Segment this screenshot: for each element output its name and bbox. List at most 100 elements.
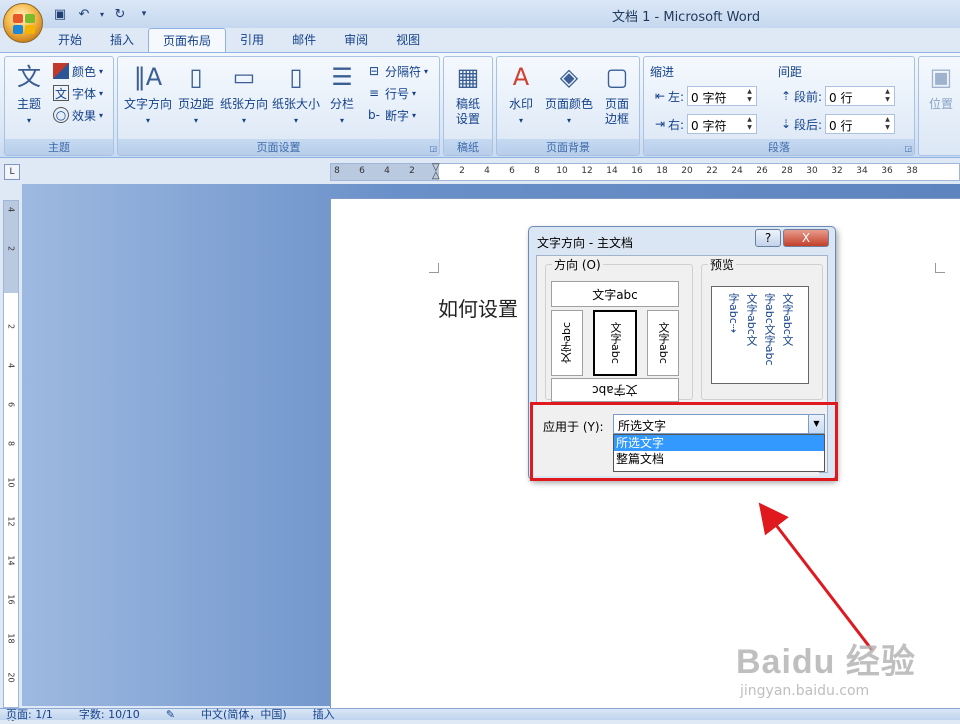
draft-setup-button[interactable]: ▦ 稿纸 设置 — [444, 61, 492, 127]
option-text: 文字abc — [657, 322, 670, 364]
spin-arrows-icon[interactable]: ▲ ▼ — [882, 116, 893, 132]
spin-arrows-icon[interactable]: ▲ ▼ — [882, 88, 893, 104]
orientation-label: 纸张方向 — [219, 97, 268, 111]
indent-right-input[interactable]: 0 字符 ▲ ▼ — [687, 114, 758, 134]
close-button[interactable]: X — [783, 229, 829, 247]
page-borders-button[interactable]: ▢ 页面 边框 — [595, 61, 639, 127]
themes-button[interactable]: 文 主题 ▾ — [7, 61, 51, 128]
tab-insert[interactable]: 插入 — [96, 28, 148, 52]
help-button[interactable]: ? — [755, 229, 781, 247]
page-background-group-label: 页面背景 — [497, 139, 639, 155]
fonts-button[interactable]: 文字体 ▾ — [53, 83, 103, 103]
watermark-button[interactable]: A 水印 ▾ — [499, 61, 543, 128]
ruler-tick-label: 6 — [6, 401, 16, 408]
text-direction-icon: ‖A — [133, 62, 163, 91]
tab-mailings[interactable]: 邮件 — [278, 28, 330, 52]
undo-icon[interactable]: ↶ — [74, 5, 94, 23]
undo-dropdown-icon[interactable]: ▾ — [98, 5, 106, 23]
draft-group: ▦ 稿纸 设置 稿纸 — [443, 56, 493, 156]
dialog-title: 文字方向 - 主文档 — [537, 236, 633, 250]
indent-left-icon: ⇤ — [654, 89, 666, 103]
customize-qat-icon[interactable]: ▾ — [134, 5, 154, 23]
spacing-before-input[interactable]: 0 行 ▲ ▼ — [825, 86, 896, 106]
status-language[interactable]: 中文(简体，中国) — [201, 709, 287, 721]
page-borders-label-2: 边框 — [604, 112, 629, 126]
position-label: 位置 — [928, 97, 953, 111]
position-button[interactable]: ▣ 位置 — [919, 61, 960, 112]
ruler-tick-label: 4 — [484, 166, 490, 176]
ruler-tick-label: 8 — [334, 166, 340, 176]
direction-option-horizontal[interactable]: 文字abc — [551, 281, 679, 307]
margins-label: 页边距 — [177, 97, 214, 111]
ruler-tick-label: 30 — [806, 166, 818, 176]
ruler-tick-label: 8 — [534, 166, 540, 176]
status-page[interactable]: 页面: 1/1 — [6, 709, 53, 721]
draft-setup-label-1: 稿纸 — [455, 97, 480, 111]
tab-review[interactable]: 审阅 — [330, 28, 382, 52]
tab-selector[interactable]: L — [4, 164, 20, 180]
hyphenation-icon: b- — [368, 108, 380, 122]
save-icon[interactable]: ▣ — [50, 5, 70, 23]
tab-view[interactable]: 视图 — [382, 28, 434, 52]
page-setup-launcher-icon[interactable]: ◲ — [429, 144, 437, 153]
tab-home[interactable]: 开始 — [44, 28, 96, 52]
ruler-tick-label: 6 — [359, 166, 365, 176]
status-mode[interactable]: 插入 — [313, 709, 335, 721]
proofing-icon[interactable]: ✎ — [166, 709, 175, 721]
status-words[interactable]: 字数: 10/10 — [79, 709, 140, 721]
ruler-tick-label: 20 — [6, 672, 16, 683]
paragraph-launcher-icon[interactable]: ◲ — [904, 144, 912, 153]
indent-right-label: 右: — [668, 117, 685, 132]
arrange-group: ▣ 位置 — [918, 56, 960, 156]
position-icon: ▣ — [929, 62, 953, 91]
spacing-after-input[interactable]: 0 行 ▲ ▼ — [825, 114, 896, 134]
office-button[interactable] — [3, 3, 43, 43]
ruler-tick-label: 10 — [556, 166, 568, 176]
direction-option-vertical-right[interactable]: 文字abc — [647, 310, 679, 376]
ruler-tick-label: 38 — [906, 166, 918, 176]
colors-label: 颜色 — [72, 64, 97, 79]
text-direction-button[interactable]: ‖A 文字方向 ▾ — [120, 61, 176, 128]
margins-button[interactable]: ▯ 页边距 ▾ — [174, 61, 218, 128]
indent-left-input[interactable]: 0 字符 ▲ ▼ — [687, 86, 758, 106]
horizontal-ruler[interactable]: 8 6 4 2 2 4 6 8 10 12 14 16 18 20 22 24 26 28 30 32 34 36 38 ▽… — [330, 163, 960, 181]
themes-label: 主题 — [16, 97, 41, 111]
columns-button[interactable]: ☰ 分栏 ▾ — [322, 61, 362, 128]
breaks-button[interactable]: ⊟ 分隔符 ▾ — [366, 61, 428, 81]
ruler-tick-label: 2 — [409, 166, 415, 176]
tab-page-layout[interactable]: 页面布局 — [148, 28, 227, 52]
vertical-ruler[interactable]: 42246810121416182022 — [3, 200, 19, 722]
spacing-before-row: ⇡ 段前: 0 行 ▲ ▼ — [778, 85, 896, 107]
line-numbers-label: 行号 — [385, 86, 410, 101]
preview-line: 文字abc文 — [745, 293, 758, 346]
effects-button[interactable]: ○ 效果 ▾ — [53, 105, 103, 125]
ruler-tick-label: 2 — [6, 245, 16, 252]
ruler-tick-label: 28 — [781, 166, 793, 176]
line-numbers-button[interactable]: ≡ 行号 ▾ — [366, 83, 416, 103]
indent-marker-icon[interactable]: ▽ △ — [432, 163, 440, 181]
ruler-tick-label: 14 — [6, 555, 16, 566]
option-text: 文字abc — [560, 322, 573, 364]
ruler-tick-label: 4 — [6, 362, 16, 369]
size-icon: ▯ — [289, 62, 303, 91]
tab-references[interactable]: 引用 — [226, 28, 278, 52]
direction-option-bottom[interactable]: 文字abc — [551, 378, 679, 402]
size-label: 纸张大小 — [271, 97, 320, 111]
spin-arrows-icon[interactable]: ▲ ▼ — [744, 88, 755, 104]
document-text[interactable]: 如何设置 — [438, 293, 518, 322]
spin-arrows-icon[interactable]: ▲ ▼ — [744, 116, 755, 132]
spacing-before-label: 段前: — [794, 89, 823, 104]
hyphenation-button[interactable]: b- 断字 ▾ — [366, 105, 416, 125]
direction-option-vertical-center[interactable]: 文字abc — [593, 310, 637, 376]
redo-icon[interactable]: ↻ — [110, 5, 130, 23]
size-button[interactable]: ▯ 纸张大小 ▾ — [270, 61, 322, 128]
window-title: 文档 1 - Microsoft Word — [612, 10, 761, 25]
colors-button[interactable]: 颜色 ▾ — [53, 61, 103, 81]
orientation-button[interactable]: ▭ 纸张方向 ▾ — [218, 61, 270, 128]
direction-option-vertical-left[interactable]: 文字abc — [551, 310, 583, 376]
page-color-button[interactable]: ◈ 页面颜色 ▾ — [541, 61, 597, 128]
indent-right-row: ⇥ 右: 0 字符 ▲ ▼ — [652, 113, 758, 135]
status-bar: 页面: 1/1 字数: 10/10 ✎ 中文(简体，中国) 插入 — [0, 708, 960, 721]
breaks-label: 分隔符 — [385, 64, 422, 79]
ruler-tick-label: 18 — [656, 166, 668, 176]
